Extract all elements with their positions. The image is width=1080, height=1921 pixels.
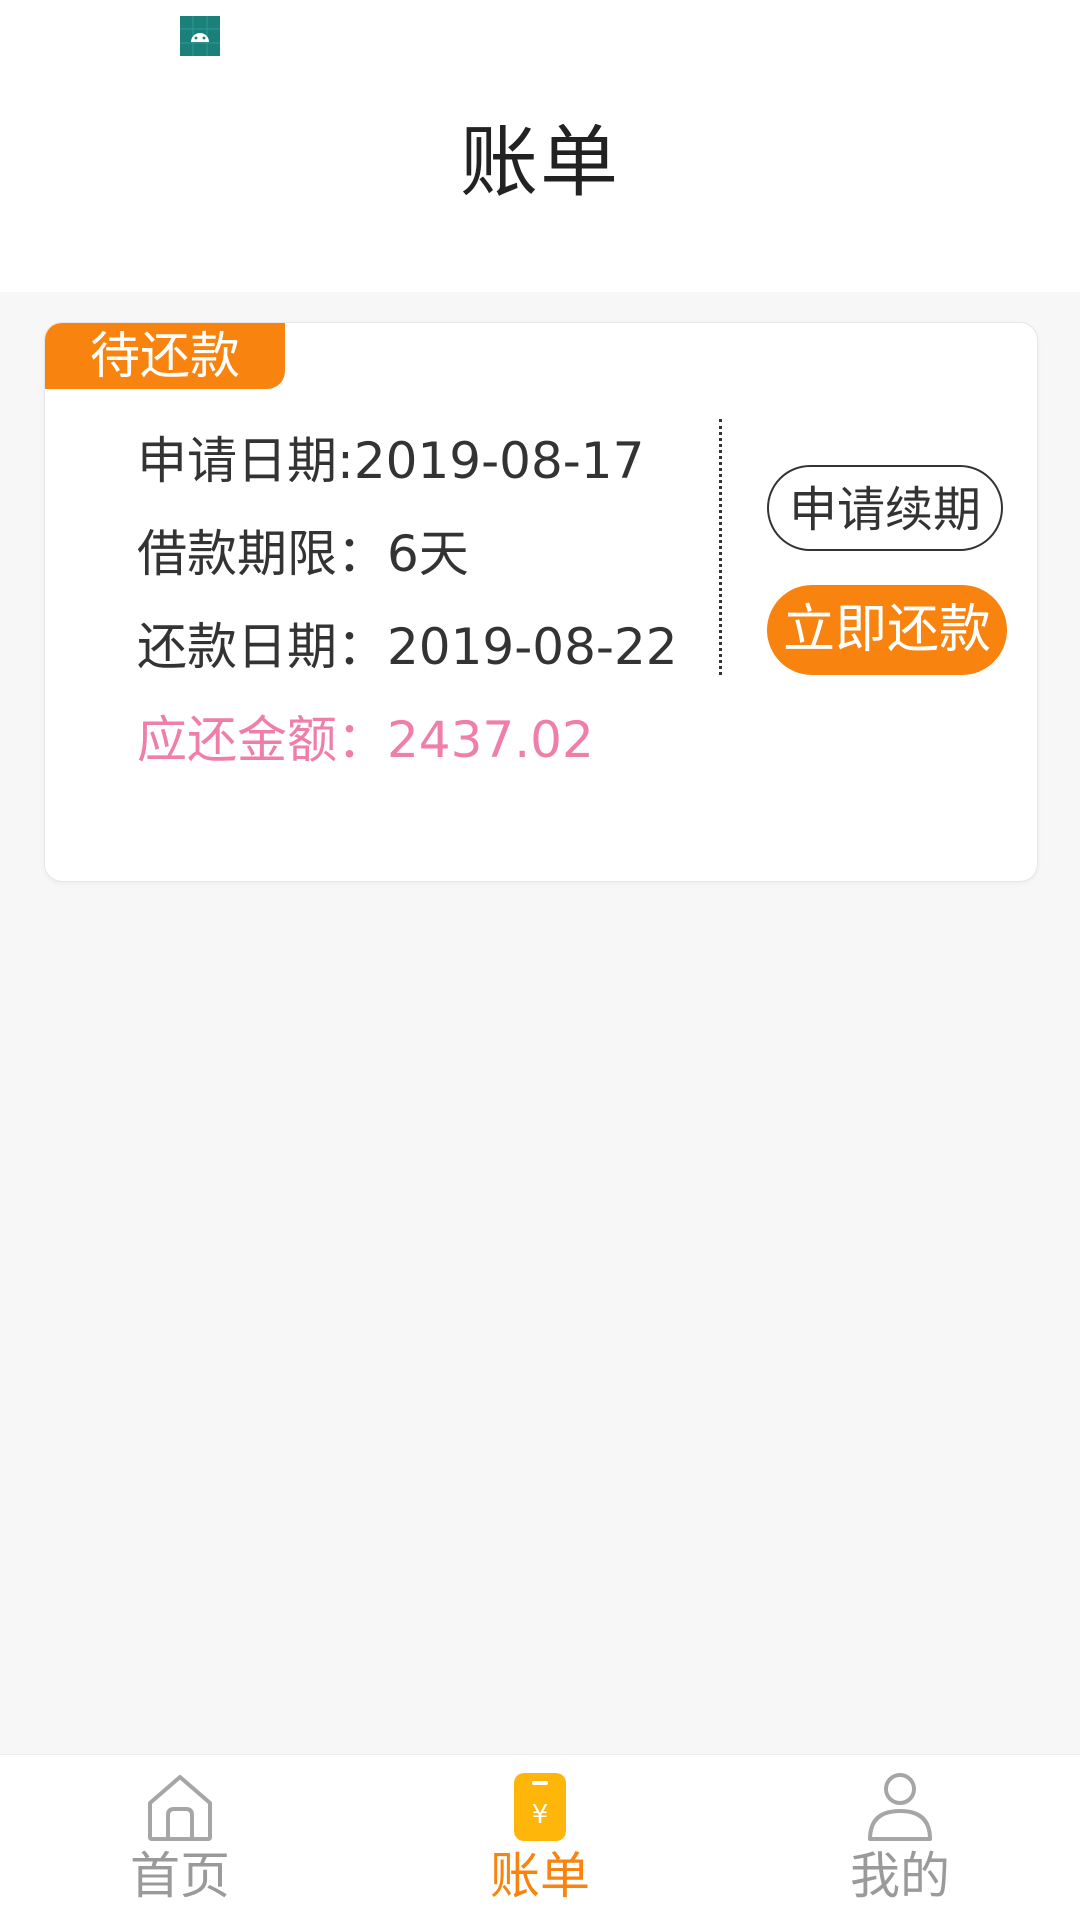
amount-due: 应还金额：2437.02 [137,711,594,769]
page-title: 账单 [459,118,620,208]
android-app-icon [180,16,220,56]
nav-item-bill[interactable]: ¥ 账单 [390,1755,690,1921]
bill-icon: ¥ [514,1773,566,1841]
bill-list[interactable]: 待还款 申请日期:2019-08-17 借款期限：6天 还款日期：2019-08… [0,292,1080,1754]
status-bar [0,0,1080,72]
loan-term: 借款期限：6天 [137,525,469,583]
home-icon [148,1775,212,1841]
svg-text:¥: ¥ [532,1800,549,1830]
dotted-divider [719,419,722,675]
apply-date: 申请日期:2019-08-17 [137,432,645,490]
nav-item-home[interactable]: 首页 [30,1755,330,1921]
nav-label-bill: 账单 [490,1847,590,1905]
status-badge: 待还款 [45,323,285,389]
nav-label-mine: 我的 [850,1847,950,1905]
bill-card[interactable]: 待还款 申请日期:2019-08-17 借款期限：6天 还款日期：2019-08… [44,322,1038,882]
user-icon [868,1773,932,1841]
bottom-nav: 首页 ¥ 账单 我的 [0,1754,1080,1921]
repay-date: 还款日期：2019-08-22 [137,618,678,676]
apply-renewal-button[interactable]: 申请续期 [767,465,1003,551]
page-header: 账单 [0,72,1080,292]
nav-label-home: 首页 [130,1847,230,1905]
repay-now-button[interactable]: 立即还款 [767,585,1007,675]
bill-info: 申请日期:2019-08-17 借款期限：6天 还款日期：2019-08-22 … [137,415,697,787]
nav-item-mine[interactable]: 我的 [750,1755,1050,1921]
